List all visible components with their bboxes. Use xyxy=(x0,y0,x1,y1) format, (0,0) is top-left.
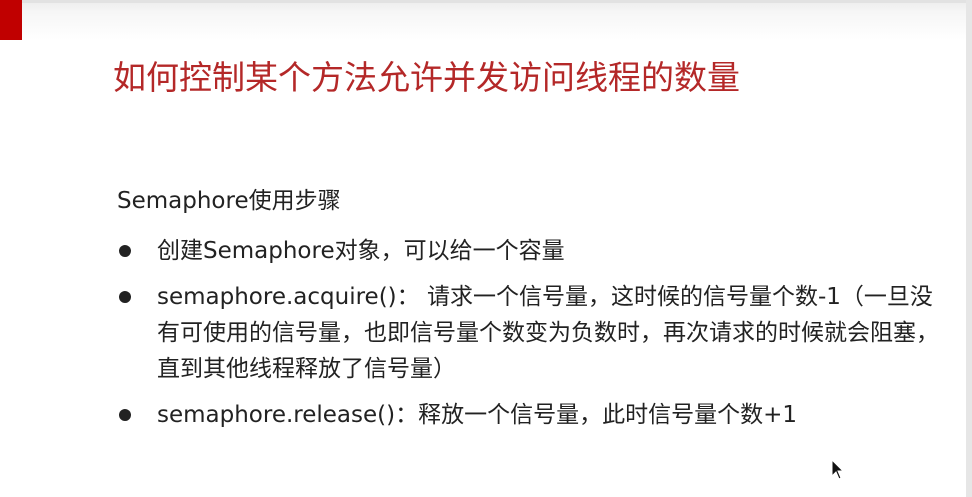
bullet-list: 创建Semaphore对象，可以给一个容量 semaphore.acquire(… xyxy=(117,233,947,433)
bullet-item-release: semaphore.release()：释放一个信号量，此时信号量个数+1 xyxy=(117,397,947,433)
bullet-dot-icon xyxy=(119,291,131,303)
bullet-text: semaphore.acquire()： 请求一个信号量，这时候的信号量个数-1… xyxy=(157,284,939,382)
bullet-text: semaphore.release()：释放一个信号量，此时信号量个数+1 xyxy=(157,402,798,428)
bullet-item-create: 创建Semaphore对象，可以给一个容量 xyxy=(117,233,947,269)
bullet-item-acquire: semaphore.acquire()： 请求一个信号量，这时候的信号量个数-1… xyxy=(117,279,947,387)
slide-content: Semaphore使用步骤 创建Semaphore对象，可以给一个容量 sema… xyxy=(117,185,947,443)
bullet-dot-icon xyxy=(119,245,131,257)
corner-accent-block xyxy=(0,0,22,40)
bullet-dot-icon xyxy=(119,409,131,421)
top-border xyxy=(0,0,972,3)
slide-title: 如何控制某个方法允许并发访问线程的数量 xyxy=(113,58,740,97)
bullet-text: 创建Semaphore对象，可以给一个容量 xyxy=(157,238,565,264)
subheading: Semaphore使用步骤 xyxy=(117,188,341,214)
right-edge xyxy=(966,0,972,497)
slide: 如何控制某个方法允许并发访问线程的数量 Semaphore使用步骤 创建Sema… xyxy=(0,0,972,497)
mouse-pointer-icon xyxy=(831,459,845,480)
